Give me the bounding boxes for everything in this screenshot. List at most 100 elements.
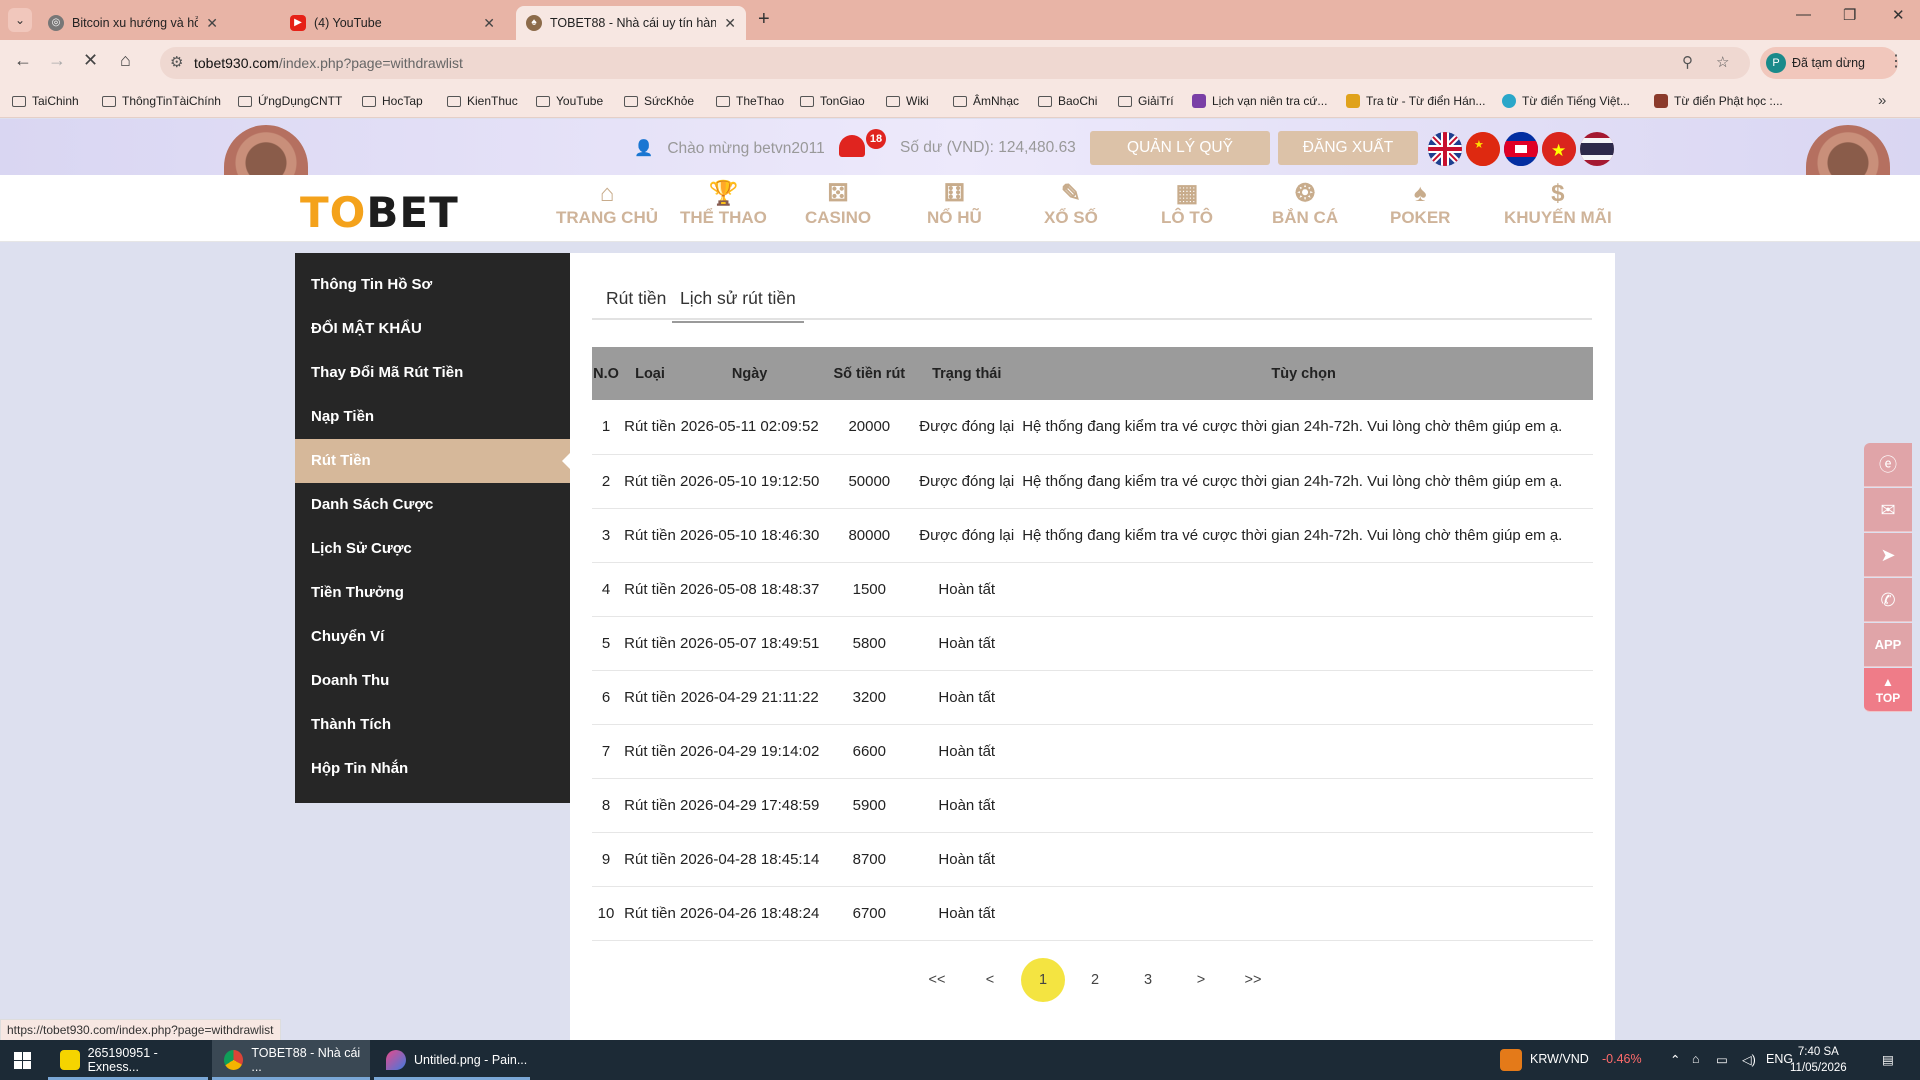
- tray-chevron-up-icon[interactable]: ⌃: [1670, 1052, 1680, 1067]
- bookmark-item[interactable]: SứcKhỏe: [624, 94, 694, 108]
- page-next-button[interactable]: >: [1179, 958, 1223, 1002]
- back-to-top-button[interactable]: ▲ TOP: [1864, 668, 1912, 712]
- address-bar[interactable]: ⚙ tobet930.com/index.php?page=withdrawli…: [160, 47, 1750, 79]
- telegram-icon[interactable]: ➤: [1864, 533, 1912, 577]
- nav-the-thao[interactable]: 🏆 THỂ THAO: [680, 180, 767, 228]
- minimize-icon[interactable]: —: [1796, 6, 1811, 23]
- bookmark-item[interactable]: TheThao: [716, 94, 784, 108]
- nav-no-hu[interactable]: ⚅ NỔ HŨ: [927, 180, 982, 228]
- book-icon: [1654, 94, 1668, 108]
- site-info-icon[interactable]: ⚙: [170, 53, 183, 71]
- sidebar-item-bet-list[interactable]: Danh Sách Cược: [295, 483, 570, 527]
- pagination: << < 1 2 3 > >>: [915, 958, 1315, 1002]
- bookmark-item[interactable]: YouTube: [536, 94, 603, 108]
- nav-poker[interactable]: ♠ POKER: [1390, 180, 1450, 228]
- forward-icon[interactable]: →: [48, 50, 66, 71]
- flag-uk-icon[interactable]: [1428, 132, 1462, 166]
- notification-count-badge: 18: [866, 129, 886, 149]
- tab-withdraw-history[interactable]: Lịch sử rút tiền: [672, 288, 804, 323]
- close-tab-icon[interactable]: ✕: [724, 15, 736, 32]
- sidebar-item-bonus[interactable]: Tiền Thưởng: [295, 571, 570, 615]
- bookmark-item[interactable]: TaiChinh: [12, 94, 79, 108]
- nav-lo-to[interactable]: ▦ LÔ TÔ: [1161, 180, 1213, 228]
- tray-battery-icon[interactable]: ▭: [1716, 1052, 1728, 1067]
- bookmark-star-icon[interactable]: ☆: [1716, 53, 1729, 71]
- nav-trang-chu[interactable]: ⌂ TRANG CHỦ: [556, 180, 658, 228]
- bookmark-item[interactable]: ThôngTinTàiChính: [102, 94, 221, 108]
- tray-volume-icon[interactable]: ◁): [1742, 1052, 1756, 1067]
- bookmark-item[interactable]: ÂmNhạc: [953, 94, 1019, 108]
- browser-tab-bitcoin[interactable]: ◎ Bitcoin xu hướng và hỗ trợ ✕: [38, 6, 228, 40]
- sidebar-item-bet-history[interactable]: Lịch Sử Cược: [295, 527, 570, 571]
- bookmark-item[interactable]: ỨngDụngCNTT: [238, 94, 342, 108]
- bookmark-item[interactable]: TonGiao: [800, 94, 865, 108]
- flag-thailand-icon[interactable]: [1580, 132, 1614, 166]
- flag-china-icon[interactable]: ★: [1466, 132, 1500, 166]
- windows-start-icon[interactable]: [14, 1052, 31, 1069]
- tab-withdraw[interactable]: Rút tiền: [606, 288, 666, 321]
- bookmark-item[interactable]: Tra từ - Từ điển Hán...: [1346, 94, 1485, 108]
- bookmark-item[interactable]: GiảiTrí: [1118, 94, 1174, 108]
- home-icon[interactable]: ⌂: [120, 50, 131, 71]
- new-tab-icon[interactable]: +: [758, 8, 770, 31]
- sidebar-item-change-withdraw-code[interactable]: Thay Đổi Mã Rút Tiền: [295, 351, 570, 395]
- bookmark-item[interactable]: Lịch vạn niên tra cứ...: [1192, 94, 1327, 108]
- close-tab-icon[interactable]: ✕: [483, 15, 495, 32]
- sidebar-item-achievements[interactable]: Thành Tích: [295, 703, 570, 747]
- account-bar: 👤 Chào mừng betvn2011 18 Số dư (VND): 124…: [0, 119, 1920, 179]
- flag-vietnam-icon[interactable]: ★: [1542, 132, 1576, 166]
- profile-button[interactable]: P Đã tạm dừng: [1760, 47, 1898, 79]
- live-chat-icon[interactable]: ⓔ: [1864, 443, 1912, 487]
- app-button[interactable]: APP: [1864, 623, 1912, 667]
- tobet-logo[interactable]: TOBET: [300, 188, 459, 237]
- sidebar-item-profile[interactable]: Thông Tin Hồ Sơ: [295, 263, 570, 307]
- notification-bell-icon[interactable]: 18: [836, 129, 886, 161]
- flag-cambodia-icon[interactable]: [1504, 132, 1538, 166]
- sidebar-item-inbox[interactable]: Hộp Tin Nhắn: [295, 747, 570, 791]
- nav-casino[interactable]: ⚄ CASINO: [805, 180, 871, 228]
- bookmark-item[interactable]: BaoChi: [1038, 94, 1097, 108]
- browser-tab-tobet[interactable]: ♠ TOBET88 - Nhà cái uy tín hàng ✕: [516, 6, 746, 40]
- taskbar-app-paint[interactable]: Untitled.png - Pain...: [374, 1040, 530, 1080]
- browser-menu-icon[interactable]: ⋮: [1888, 51, 1904, 71]
- bookmark-item[interactable]: HocTap: [362, 94, 423, 108]
- sidebar-item-change-password[interactable]: ĐỔI MẬT KHẨU: [295, 307, 570, 351]
- logout-button[interactable]: ĐĂNG XUẤT: [1278, 131, 1418, 165]
- email-icon[interactable]: ✉: [1864, 488, 1912, 532]
- nav-xo-so[interactable]: ✎ XỔ SỐ: [1044, 180, 1098, 228]
- sidebar-item-deposit[interactable]: Nạp Tiền: [295, 395, 570, 439]
- bookmark-item[interactable]: Từ điển Tiếng Việt...: [1502, 94, 1630, 108]
- tray-network-icon[interactable]: ⌂: [1692, 1052, 1700, 1066]
- close-tab-icon[interactable]: ✕: [206, 15, 218, 32]
- page-first-button[interactable]: <<: [915, 958, 959, 1002]
- chevron-right-icon[interactable]: »: [1878, 92, 1886, 109]
- taskbar-app-chrome[interactable]: TOBET88 - Nhà cái ...: [212, 1040, 370, 1080]
- zoom-icon[interactable]: ⚲: [1682, 53, 1693, 71]
- sidebar-item-transfer-wallet[interactable]: Chuyển Ví: [295, 615, 570, 659]
- page-prev-button[interactable]: <: [968, 958, 1012, 1002]
- manage-funds-button[interactable]: QUẢN LÝ QUỸ: [1090, 131, 1270, 165]
- stop-icon[interactable]: ✕: [83, 50, 98, 71]
- notifications-icon[interactable]: ▤: [1882, 1052, 1894, 1067]
- tab-search-button[interactable]: ⌄: [8, 8, 32, 32]
- bookmark-item[interactable]: KienThuc: [447, 94, 518, 108]
- page-3-button[interactable]: 3: [1126, 958, 1170, 1002]
- taskbar-app-exness[interactable]: 265190951 - Exness...: [48, 1040, 210, 1080]
- close-window-icon[interactable]: ✕: [1892, 6, 1905, 24]
- browser-tab-youtube[interactable]: ▶ (4) YouTube ✕: [280, 6, 505, 40]
- clock[interactable]: 7:40 SA 11/05/2026: [1790, 1044, 1847, 1076]
- svg-text:★: ★: [1474, 139, 1484, 151]
- bookmark-item[interactable]: Từ điển Phật học :...: [1654, 94, 1783, 108]
- sidebar-item-withdraw[interactable]: Rút Tiền: [295, 439, 570, 483]
- page-last-button[interactable]: >>: [1231, 958, 1275, 1002]
- sidebar-item-turnover[interactable]: Doanh Thu: [295, 659, 570, 703]
- bookmark-item[interactable]: Wiki: [886, 94, 929, 108]
- page-1-button[interactable]: 1: [1021, 958, 1065, 1002]
- nav-khuyen-mai[interactable]: $ KHUYẾN MÃI: [1504, 180, 1612, 228]
- nav-ban-ca[interactable]: ❂ BẮN CÁ: [1272, 180, 1338, 228]
- phone-icon[interactable]: ✆: [1864, 578, 1912, 622]
- restore-icon[interactable]: ❐: [1843, 6, 1856, 24]
- page-2-button[interactable]: 2: [1073, 958, 1117, 1002]
- ticker-pair[interactable]: KRW/VND: [1530, 1052, 1589, 1066]
- back-icon[interactable]: ←: [14, 50, 32, 71]
